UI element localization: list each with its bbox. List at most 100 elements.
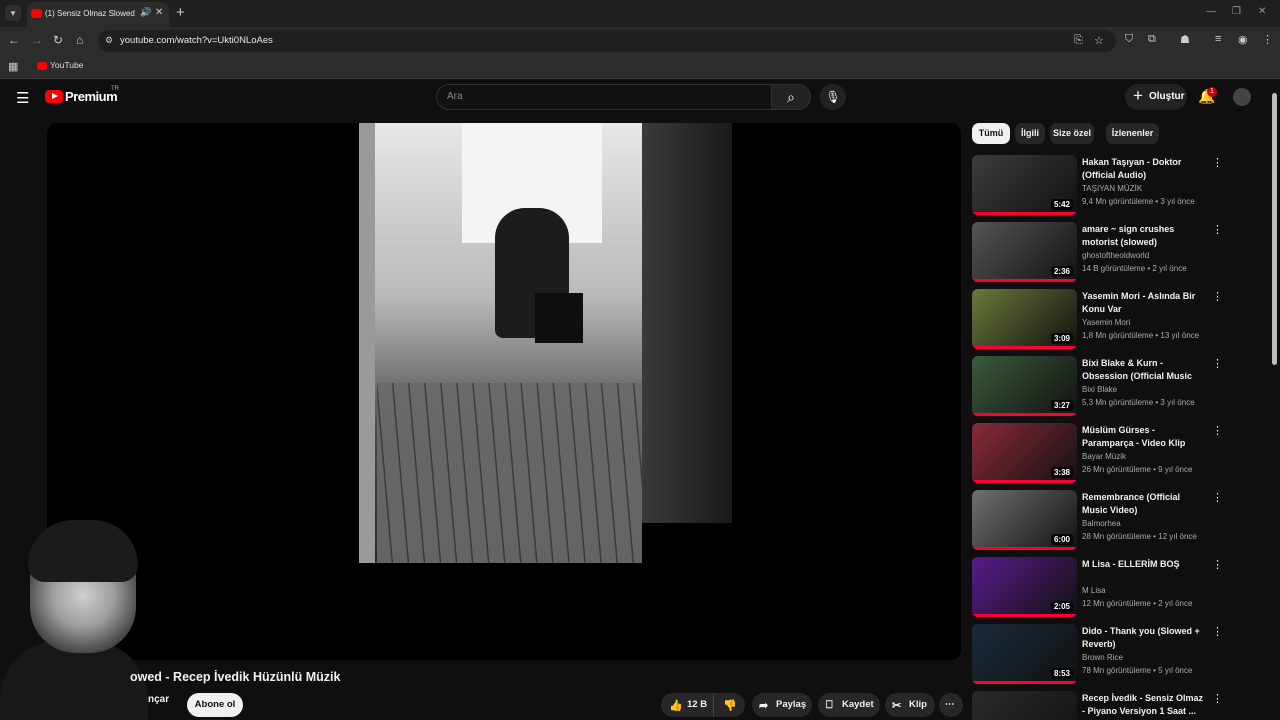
recommendation-title[interactable]: Dido - Thank you (Slowed + Reverb) [1082,625,1206,651]
close-window-icon[interactable]: ✕ [1258,6,1266,17]
dislike-button[interactable]: 👎 [713,693,745,717]
forward-icon[interactable]: → [31,33,43,47]
like-button[interactable]: 👍 12 B [661,693,713,717]
home-icon[interactable]: ⌂ [76,33,83,47]
watched-progress-bar [972,212,1077,215]
minimize-window-icon[interactable]: — [1206,6,1216,17]
back-icon[interactable]: ← [8,33,20,47]
recommendation-title[interactable]: M Lisa - ELLERİM BOŞ [1082,558,1206,571]
more-vertical-icon[interactable]: ⋮ [1212,424,1223,437]
video-thumbnail[interactable]: 2:05 [972,557,1077,617]
recommendation-channel[interactable]: Brown Rice [1082,653,1123,662]
create-button[interactable]: + Oluştur [1125,84,1187,110]
more-vertical-icon[interactable]: ⋮ [1212,491,1223,504]
video-thumbnail[interactable]: 3:27 [972,356,1077,416]
maximize-window-icon[interactable]: ❐ [1232,6,1241,17]
recommendation-title[interactable]: Recep İvedik - Sensiz Olmaz - Piyano Ver… [1082,692,1206,718]
recommendation-title[interactable]: Yasemin Mori - Aslında Bir Konu Var [1082,290,1206,316]
recommendation-title[interactable]: amare ~ sign crushes motorist (slowed) [1082,223,1206,249]
new-tab-icon[interactable]: + [176,4,185,21]
site-info-icon[interactable]: ⚙ [105,35,113,46]
bookmark-star-icon[interactable]: ☆ [1094,34,1104,47]
subscribe-button[interactable]: Abone ol [187,693,243,717]
chip-all[interactable]: Tümü [972,123,1010,144]
list-item[interactable]: 3:38 Müslüm Gürses - Paramparça - Video … [972,423,1228,485]
list-item[interactable]: 6:00 Remembrance (Official Music Video) … [972,490,1228,552]
logo-premium-text[interactable]: Premium [65,89,118,104]
recommendation-channel[interactable]: Bayar Müzik [1082,452,1126,461]
install-app-icon[interactable]: ⎘ [1074,34,1083,47]
avatar[interactable] [1233,88,1251,106]
recommendation-title[interactable]: Remembrance (Official Music Video) [1082,491,1206,517]
more-vertical-icon[interactable]: ⋮ [1212,692,1223,705]
browser-tab-active[interactable]: (1) Sensiz Olmaz Slowed - R 🔊 ✕ [27,2,169,27]
more-vertical-icon[interactable]: ⋮ [1212,625,1223,638]
recommendation-channel[interactable]: ghostoftheoldworld [1082,251,1149,260]
save-button[interactable]: ⎕ Kaydet [818,693,880,717]
extensions-puzzle-icon[interactable]: ⧉ [1148,33,1156,46]
media-control-icon[interactable]: ≡ [1215,33,1221,45]
list-item[interactable]: Recep İvedik - Sensiz Olmaz - Piyano Ver… [972,691,1228,720]
tab-list-icon[interactable]: ▾ [5,5,21,21]
list-item[interactable]: 8:53 Dido - Thank you (Slowed + Reverb) … [972,624,1228,686]
video-player[interactable] [47,123,961,660]
list-item[interactable]: 5:42 Hakan Taşıyan - Doktor (Official Au… [972,155,1228,217]
recommendation-channel[interactable]: Bixi Blake [1082,385,1117,394]
voice-search-button[interactable]: 🎙 [820,84,846,110]
search-input[interactable]: Ara [436,84,772,110]
video-thumbnail[interactable]: 8:53 [972,624,1077,684]
profile-icon[interactable]: ◉ [1238,33,1248,46]
chip-watched[interactable]: İzlenenler [1106,123,1159,144]
share-button[interactable]: ➦ Paylaş [752,693,812,717]
video-thumbnail[interactable] [972,691,1077,720]
share-label: Paylaş [776,699,807,710]
list-item[interactable]: 2:05 M Lisa - ELLERİM BOŞ M Lisa 12 Mn g… [972,557,1228,619]
close-tab-icon[interactable]: ✕ [155,7,163,18]
more-vertical-icon[interactable]: ⋮ [1212,357,1223,370]
chip-related[interactable]: İlgili [1015,123,1045,144]
list-item[interactable]: 3:27 Bixi Blake & Kurn - Obsession (Offi… [972,356,1228,418]
recommendation-channel[interactable]: Balmorhea [1082,519,1121,528]
recommendation-title[interactable]: Bixi Blake & Kurn - Obsession (Official … [1082,357,1206,383]
scrollbar-thumb[interactable] [1272,93,1277,365]
more-vertical-icon[interactable]: ⋮ [1212,223,1223,236]
video-thumbnail[interactable]: 3:09 [972,289,1077,349]
youtube-favicon-icon [31,9,42,18]
channel-name[interactable]: nçar [148,694,169,705]
recommendation-channel[interactable]: Yasemin Mori [1082,318,1130,327]
save-label: Kaydet [842,699,874,710]
recommendation-title[interactable]: Hakan Taşıyan - Doktor (Official Audio) [1082,156,1206,182]
shield-extension-icon[interactable]: ⛉ [1125,33,1133,46]
list-item[interactable]: 2:36 amare ~ sign crushes motorist (slow… [972,222,1228,284]
apps-grid-icon[interactable]: ▦ [8,60,18,73]
more-vertical-icon[interactable]: ⋮ [1212,558,1223,571]
incognito-icon[interactable]: ☗ [1180,33,1190,46]
recommendation-meta: 12 Mn görüntüleme • 2 yıl önce [1082,599,1193,608]
like-count: 12 B [687,699,708,710]
guide-menu-icon[interactable]: ☰ [16,89,29,107]
address-bar[interactable]: ⚙ youtube.com/watch?v=Ukti0NLoAes ⎘ ☆ [98,30,1116,52]
more-vertical-icon[interactable]: ⋮ [1212,156,1223,169]
video-thumbnail[interactable]: 6:00 [972,490,1077,550]
recommendation-channel[interactable]: M Lisa [1082,586,1106,595]
chip-for-you[interactable]: Size özel [1050,123,1094,144]
youtube-bookmark-icon [37,62,47,70]
recommendation-meta: 1,8 Mn görüntüleme • 13 yıl önce [1082,331,1200,340]
browser-menu-icon[interactable]: ⋮ [1262,33,1273,46]
video-title: owed - Recep İvedik Hüzünlü Müzik [130,670,341,684]
recommendation-channel[interactable]: TAŞIYAN MÜZİK [1082,184,1142,193]
video-thumbnail[interactable]: 2:36 [972,222,1077,282]
more-actions-button[interactable]: ⋯ [939,693,963,717]
page-scrollbar[interactable] [1271,83,1278,720]
list-item[interactable]: 3:09 Yasemin Mori - Aslında Bir Konu Var… [972,289,1228,351]
recommendation-title[interactable]: Müslüm Gürses - Paramparça - Video Klip [1082,424,1206,450]
bookmark-youtube[interactable]: YouTube [50,60,83,70]
search-button[interactable]: ⌕ [771,84,811,110]
clip-button[interactable]: ✂ Klip [885,693,935,717]
video-thumbnail[interactable]: 3:38 [972,423,1077,483]
video-thumbnail[interactable]: 5:42 [972,155,1077,215]
more-vertical-icon[interactable]: ⋮ [1212,290,1223,303]
audio-playing-icon[interactable]: 🔊 [140,7,151,18]
youtube-logo-icon[interactable] [45,90,63,103]
reload-icon[interactable]: ↻ [53,33,63,47]
